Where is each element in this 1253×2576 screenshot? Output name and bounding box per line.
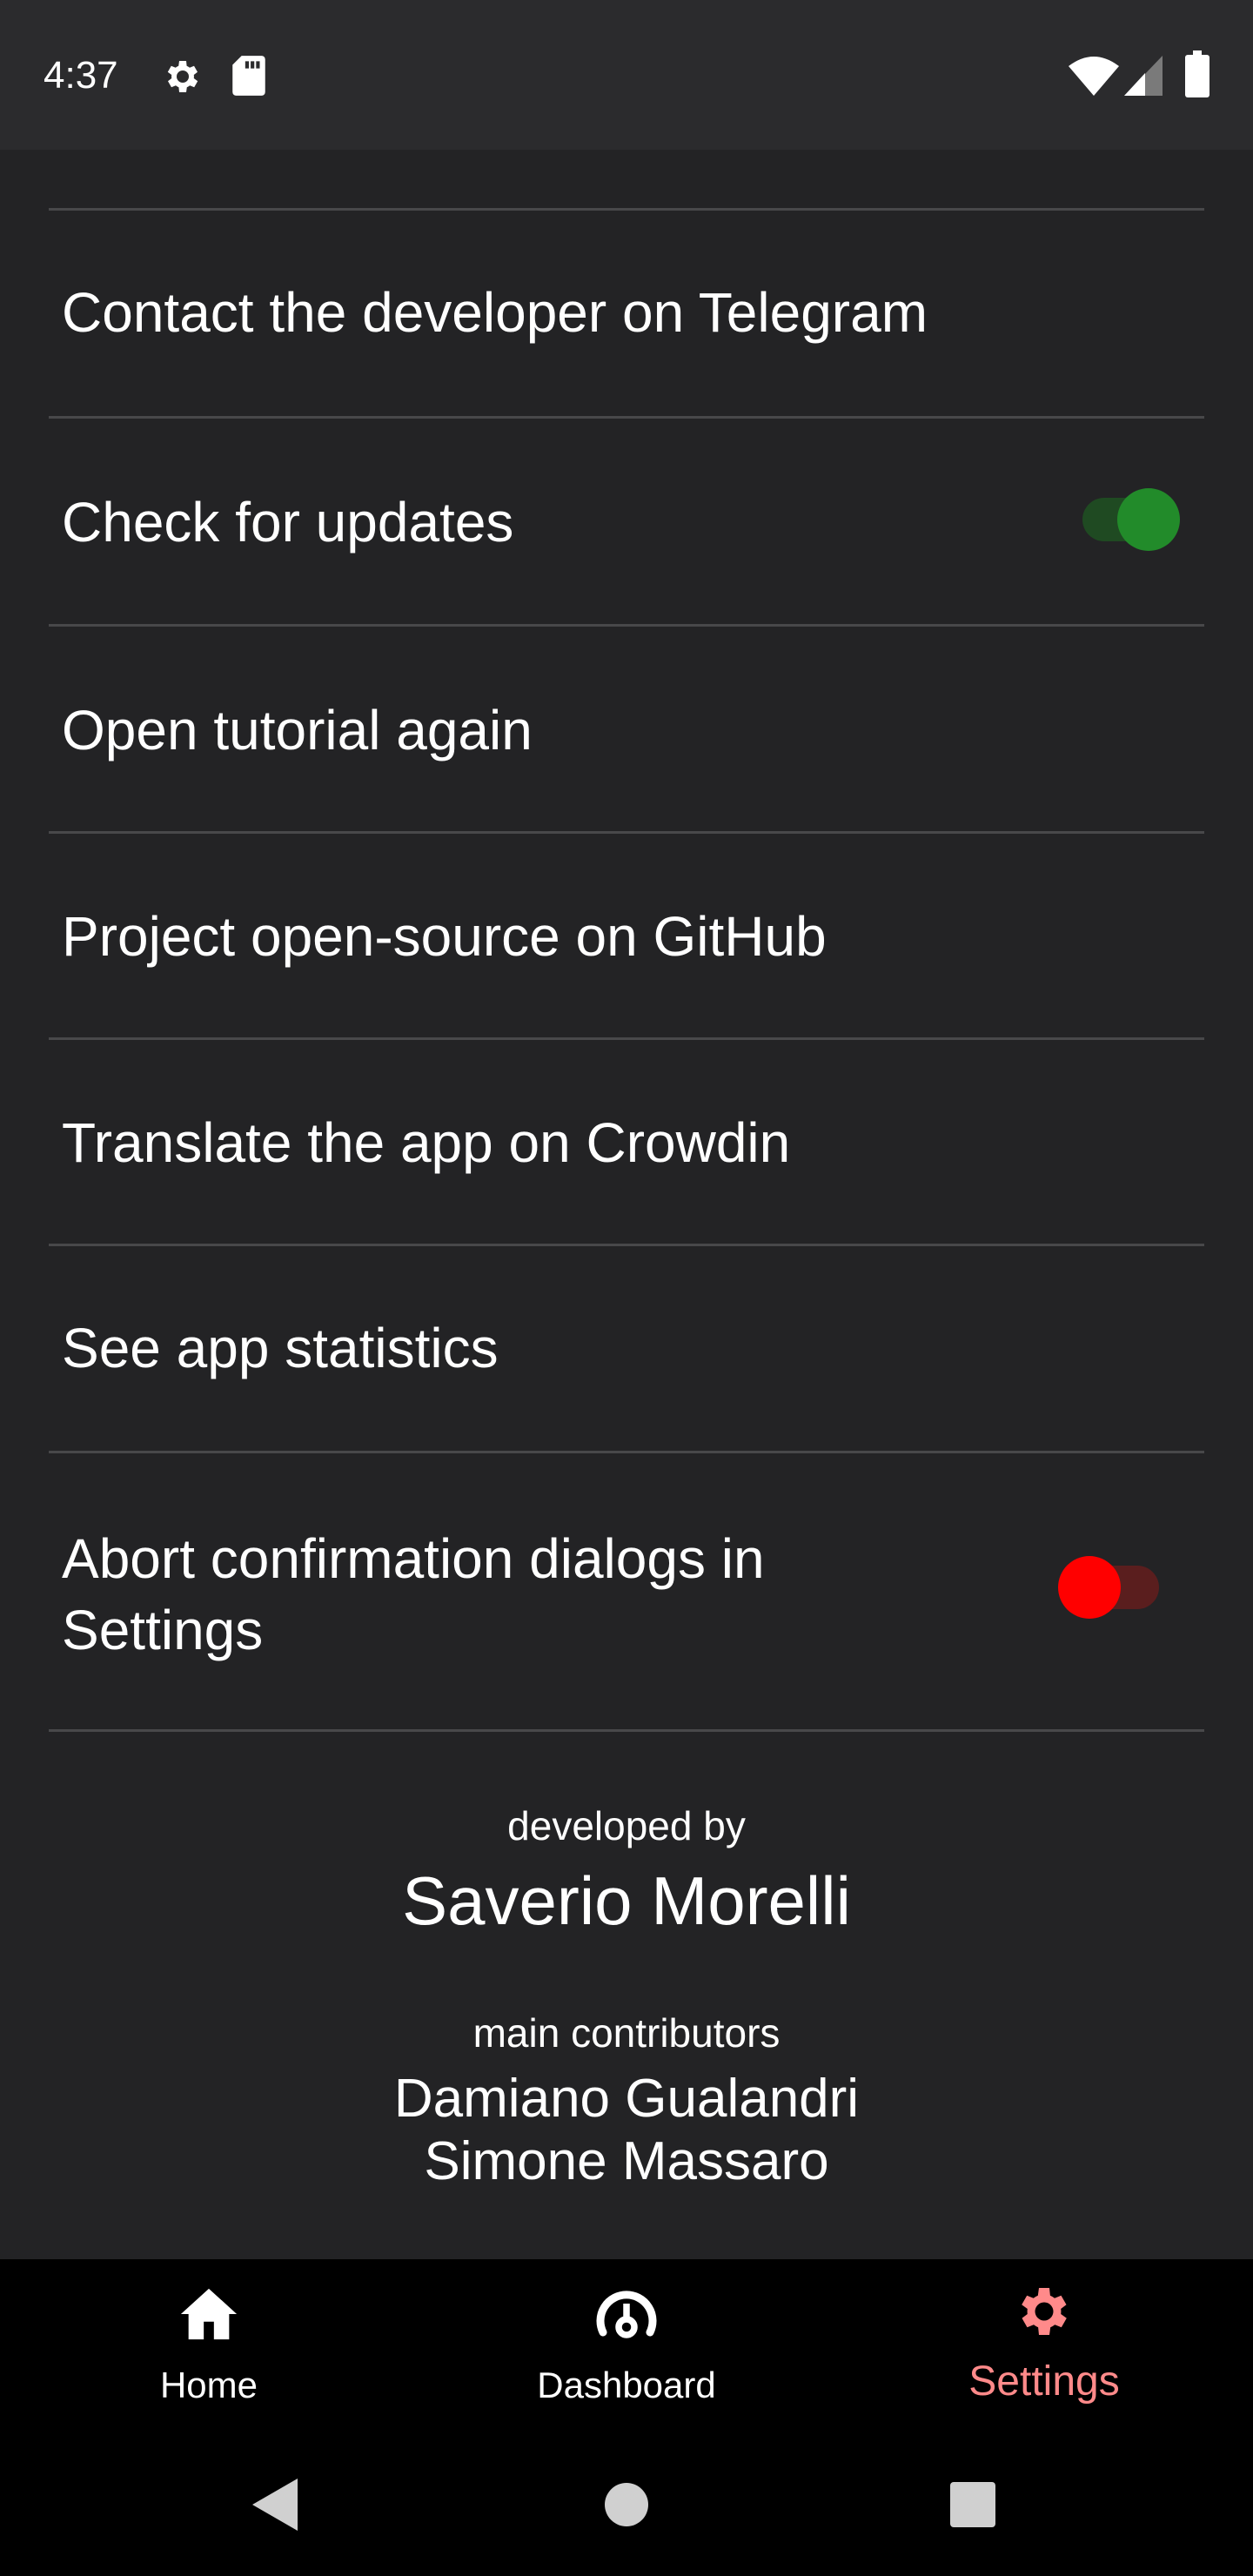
setting-contact-telegram[interactable]: Contact the developer on Telegram <box>0 211 1253 416</box>
setting-check-updates[interactable]: Check for updates <box>0 419 1253 624</box>
back-icon[interactable] <box>252 2479 298 2531</box>
check-updates-toggle[interactable] <box>1079 488 1183 551</box>
setting-label: Check for updates <box>62 491 514 553</box>
recents-square-icon[interactable] <box>950 2482 995 2527</box>
setting-label: Abort confirmation dialogs in Settings <box>62 1527 765 1661</box>
home-circle-icon[interactable] <box>604 2482 649 2527</box>
developed-by-label: developed by <box>507 1803 746 1848</box>
setting-label: Translate the app on Crowdin <box>62 1111 791 1174</box>
sd-card-icon <box>232 56 265 96</box>
setting-open-tutorial[interactable]: Open tutorial again <box>0 627 1253 832</box>
toggle-thumb <box>1117 488 1180 551</box>
dashboard-icon <box>596 2291 657 2338</box>
developer-name: Saverio Morelli <box>402 1862 851 1939</box>
gear-icon <box>1022 2288 1067 2335</box>
nav-dashboard[interactable]: Dashboard <box>418 2259 835 2433</box>
status-bar: 4:37 <box>0 0 1253 150</box>
gear-icon <box>167 61 198 92</box>
setting-label: Project open-source on GitHub <box>62 905 827 968</box>
contributors-label: main contributors <box>472 2010 781 2056</box>
wifi-icon <box>1069 57 1119 96</box>
contributor-name: Simone Massaro <box>424 2131 829 2191</box>
setting-crowdin[interactable]: Translate the app on Crowdin <box>0 1040 1253 1245</box>
setting-label: See app statistics <box>62 1317 499 1379</box>
bottom-navigation: Home Dashboard Settings <box>0 2259 1253 2433</box>
nav-settings[interactable]: Settings <box>835 2259 1253 2433</box>
toggle-thumb <box>1058 1556 1121 1619</box>
battery-icon <box>1185 50 1209 97</box>
signal-icon <box>1124 56 1163 96</box>
contributor-name: Damiano Gualandri <box>393 2069 860 2129</box>
setting-app-statistics[interactable]: See app statistics <box>0 1246 1253 1452</box>
setting-abort-dialogs[interactable]: Abort confirmation dialogs in Settings <box>0 1453 1253 1730</box>
nav-home-label: Home <box>159 2365 258 2405</box>
nav-dashboard-label: Dashboard <box>537 2365 716 2405</box>
setting-label: Open tutorial again <box>62 699 533 761</box>
setting-label: Contact the developer on Telegram <box>62 281 928 344</box>
nav-home[interactable]: Home <box>0 2259 418 2433</box>
setting-github[interactable]: Project open-source on GitHub <box>0 834 1253 1039</box>
nav-settings-label: Settings <box>968 2358 1120 2405</box>
home-icon <box>180 2288 238 2340</box>
status-time: 4:37 <box>44 54 118 97</box>
divider <box>49 1729 1204 1732</box>
abort-dialogs-toggle[interactable] <box>1055 1556 1163 1619</box>
system-navigation-bar <box>0 2433 1253 2576</box>
